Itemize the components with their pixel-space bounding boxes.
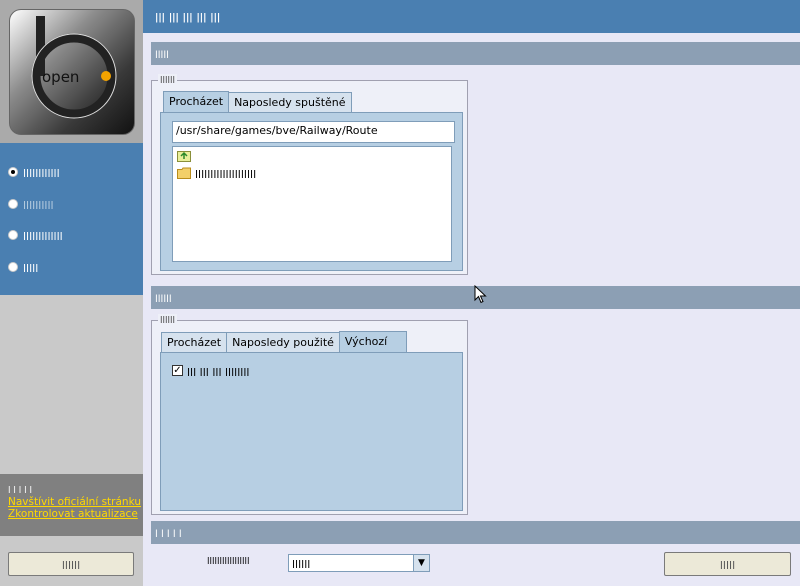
folder-label: ꞁꞁꞁꞁꞁꞁꞁꞁꞁꞁꞁꞁꞁꞁꞁꞁꞁꞁꞁꞁ	[195, 166, 257, 179]
mouse-cursor-icon	[474, 285, 487, 304]
tab-route-browse[interactable]: Procházet	[163, 91, 230, 113]
radio-button[interactable]	[8, 166, 18, 177]
sidebar-button[interactable]: ꞁꞁꞁꞁꞁꞁ	[8, 552, 134, 576]
radio-label: ꞁꞁꞁꞁꞁꞁꞁꞁꞁꞁꞁꞁ	[23, 165, 60, 178]
mode-radio-panel: ꞁꞁꞁꞁꞁꞁꞁꞁꞁꞁꞁꞁ ꞁꞁꞁꞁꞁꞁꞁꞁꞁꞁ ꞁꞁꞁꞁꞁꞁꞁꞁꞁꞁꞁꞁꞁ ꞁꞁ…	[0, 143, 143, 295]
list-item[interactable]	[177, 149, 191, 162]
logo-graphic: open	[31, 16, 117, 119]
radio-label: ꞁꞁꞁꞁꞁ	[23, 260, 39, 273]
train-groupbox: ꞁꞁꞁꞁꞁꞁ Procházet Naposledy použité Výcho…	[151, 314, 468, 515]
links-panel: ꞁ ꞁ ꞁ ꞁ ꞁ Navštívit oficiální stránku Zk…	[0, 474, 143, 536]
radio-mode-4[interactable]: ꞁꞁꞁꞁꞁ	[8, 260, 38, 273]
start-button[interactable]: ꞁꞁꞁꞁꞁ	[664, 552, 791, 576]
folder-up-icon	[177, 151, 191, 162]
radio-button[interactable]	[8, 261, 18, 272]
train-tab-pane: ✓ ꞁꞁꞁ ꞁꞁꞁ ꞁꞁꞁ ꞁꞁꞁꞁꞁꞁꞁꞁ	[160, 352, 463, 511]
train-group-title: ꞁꞁꞁꞁꞁꞁ	[158, 314, 178, 324]
tab-train-browse[interactable]: Procházet	[161, 332, 228, 353]
tab-route-recent[interactable]: Naposledy spuštěné	[228, 92, 352, 113]
language-select[interactable]: ꞁꞁꞁꞁꞁꞁ ▼	[288, 554, 430, 572]
route-groupbox: ꞁꞁꞁꞁꞁꞁ Procházet Naposledy spuštěné /usr…	[151, 74, 468, 275]
list-item[interactable]: ꞁꞁꞁꞁꞁꞁꞁꞁꞁꞁꞁꞁꞁꞁꞁꞁꞁꞁꞁꞁ	[177, 166, 256, 179]
default-train-option[interactable]: ✓ ꞁꞁꞁ ꞁꞁꞁ ꞁꞁꞁ ꞁꞁꞁꞁꞁꞁꞁꞁ	[172, 364, 249, 377]
page-header: ꞁꞁꞁ ꞁꞁꞁ ꞁꞁꞁ ꞁꞁꞁ ꞁꞁꞁ	[143, 0, 800, 33]
radio-mode-2[interactable]: ꞁꞁꞁꞁꞁꞁꞁꞁꞁꞁ	[8, 197, 54, 210]
route-group-title: ꞁꞁꞁꞁꞁꞁ	[158, 74, 178, 84]
checkbox-label: ꞁꞁꞁ ꞁꞁꞁ ꞁꞁꞁ ꞁꞁꞁꞁꞁꞁꞁꞁ	[187, 364, 250, 377]
tab-train-default[interactable]: Výchozí	[338, 331, 407, 353]
radio-button[interactable]	[8, 198, 18, 209]
radio-mode-3[interactable]: ꞁꞁꞁꞁꞁꞁꞁꞁꞁꞁꞁꞁꞁ	[8, 228, 63, 241]
chevron-down-icon[interactable]: ▼	[413, 555, 429, 571]
radio-button[interactable]	[8, 229, 18, 240]
openbve-logo: open	[9, 9, 135, 135]
language-label: ꞁꞁꞁꞁꞁꞁꞁꞁꞁꞁꞁꞁꞁꞁꞁꞁꞁ	[207, 555, 250, 565]
language-value: ꞁꞁꞁꞁꞁꞁ	[292, 556, 311, 569]
tab-train-recent[interactable]: Naposledy použité	[226, 332, 340, 353]
check-updates-link[interactable]: Zkontrolovat aktualizace	[8, 508, 143, 520]
links-heading: ꞁ ꞁ ꞁ ꞁ ꞁ	[8, 484, 32, 494]
logo-area: open	[0, 0, 143, 143]
radio-mode-1[interactable]: ꞁꞁꞁꞁꞁꞁꞁꞁꞁꞁꞁꞁ	[8, 165, 60, 178]
official-site-link[interactable]: Navštívit oficiální stránku	[8, 496, 143, 508]
folder-icon	[177, 167, 191, 179]
radio-label: ꞁꞁꞁꞁꞁꞁꞁꞁꞁꞁꞁꞁꞁ	[23, 228, 63, 241]
bottom-section-bar: ꞁ ꞁ ꞁ ꞁ ꞁ	[151, 521, 800, 544]
route-path-field[interactable]: /usr/share/games/bve/Railway/Route	[172, 121, 455, 143]
route-section-bar: ꞁꞁꞁꞁꞁ	[151, 42, 800, 65]
radio-label: ꞁꞁꞁꞁꞁꞁꞁꞁꞁꞁ	[23, 197, 54, 210]
logo-text: open	[42, 68, 79, 86]
default-train-checkbox[interactable]: ✓	[172, 365, 183, 376]
route-file-list[interactable]: ꞁꞁꞁꞁꞁꞁꞁꞁꞁꞁꞁꞁꞁꞁꞁꞁꞁꞁꞁꞁ	[172, 146, 452, 262]
route-tab-pane: /usr/share/games/bve/Railway/Route ꞁꞁꞁꞁꞁ…	[160, 112, 463, 271]
